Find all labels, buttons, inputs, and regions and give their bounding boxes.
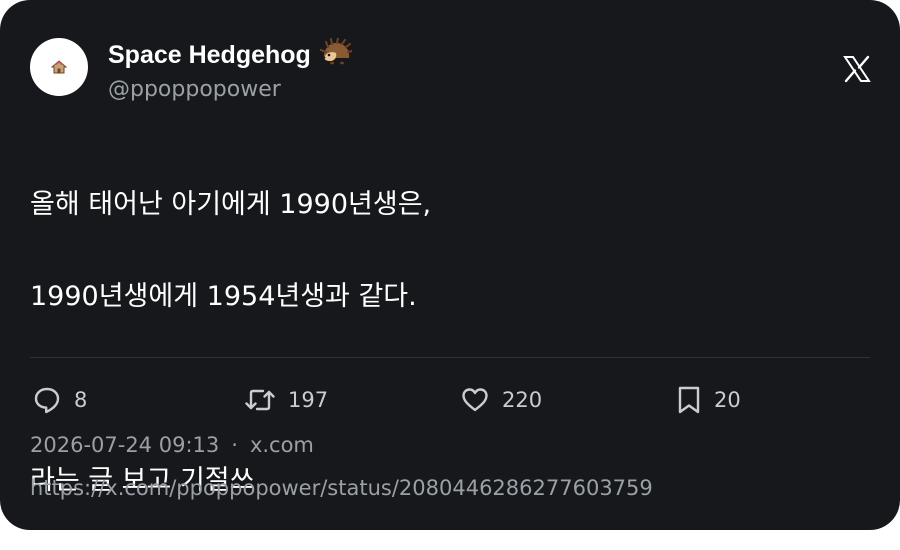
author-display-name[interactable]: Space Hedgehog bbox=[108, 36, 353, 73]
meta-separator: · bbox=[231, 433, 238, 457]
retweet-button[interactable]: 197 bbox=[244, 380, 328, 420]
bookmark-count: 20 bbox=[714, 388, 741, 412]
bookmark-icon bbox=[678, 386, 700, 414]
retweet-count: 197 bbox=[288, 388, 329, 412]
like-count: 220 bbox=[502, 388, 543, 412]
source-link[interactable]: x.com bbox=[250, 433, 314, 457]
author-name-text: Space Hedgehog bbox=[108, 40, 311, 69]
heart-icon bbox=[462, 388, 488, 412]
avatar-house-icon bbox=[51, 60, 67, 74]
tweet-meta: 2026-07-24 09:13 · x.com bbox=[30, 433, 314, 457]
timestamp: 2026-07-24 09:13 bbox=[30, 433, 220, 457]
retweet-icon bbox=[245, 389, 275, 411]
tweet-text-line: 1990년생에게 1954년생과 같다. bbox=[30, 281, 417, 312]
bookmark-button[interactable]: 20 bbox=[676, 380, 741, 420]
hedgehog-icon bbox=[319, 36, 353, 73]
reply-count: 8 bbox=[74, 388, 88, 412]
tweet-url-link[interactable]: https://x.com/ppoppopower/status/2080446… bbox=[30, 476, 653, 500]
avatar[interactable] bbox=[30, 38, 88, 96]
author-handle[interactable]: @ppoppopower bbox=[108, 77, 281, 102]
tweet-text-line: 올해 태어난 아기에게 1990년생은, bbox=[30, 189, 432, 220]
x-logo-icon[interactable] bbox=[842, 54, 872, 84]
divider bbox=[30, 357, 870, 358]
tweet-card: Space Hedgehog @ppoppopower 올해 태어난 아기에게 … bbox=[0, 0, 900, 530]
reply-button[interactable]: 8 bbox=[32, 380, 87, 420]
reply-icon bbox=[34, 387, 60, 414]
like-button[interactable]: 220 bbox=[460, 380, 542, 420]
